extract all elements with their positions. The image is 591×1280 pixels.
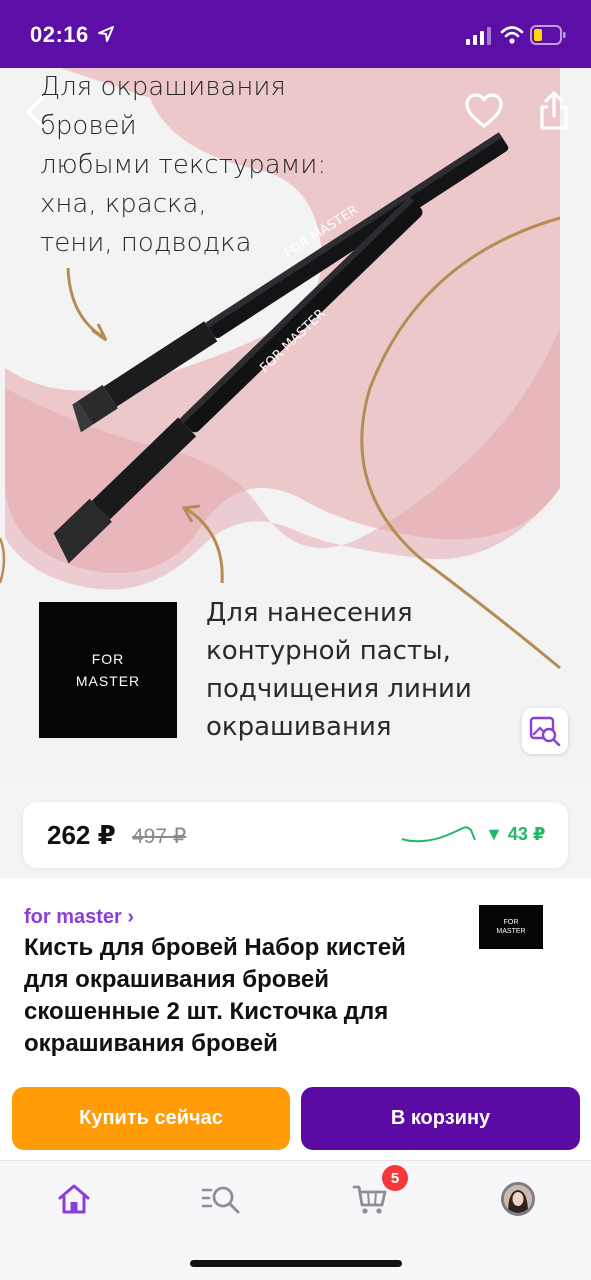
price-drop: ▼ 43 ₽ <box>485 824 546 844</box>
profile-avatar <box>501 1182 535 1216</box>
hero-caption-bottom: Для нанесения контурной пасты, подчищени… <box>206 594 472 746</box>
status-time: 02:16 <box>30 22 89 47</box>
caption-line: Для нанесения <box>206 598 413 628</box>
wifi-icon <box>500 26 524 44</box>
thumb-line: MASTER <box>496 928 526 935</box>
brand-thumbnail[interactable]: FOR MASTER <box>479 905 543 949</box>
caption-line: подчищения линии <box>206 674 472 704</box>
home-indicator <box>190 1260 402 1267</box>
caption-line: тени, подводка <box>40 228 252 258</box>
caption-line: Для окрашивания <box>40 72 286 102</box>
share-icon[interactable] <box>536 90 572 132</box>
buy-now-button[interactable]: Купить сейчас <box>12 1087 290 1150</box>
price-old: 497 ₽ <box>132 825 187 848</box>
chevron-left-icon[interactable] <box>20 92 50 132</box>
visual-search-button[interactable] <box>522 708 568 754</box>
catalog-search-icon <box>201 1186 240 1214</box>
tab-home[interactable] <box>54 1179 94 1219</box>
caption-line: бровей <box>40 111 137 141</box>
caption-line: контурной пасты, <box>206 636 451 666</box>
tab-catalog[interactable] <box>201 1179 241 1219</box>
heart-icon[interactable] <box>464 92 504 132</box>
logo-line: FOR <box>91 651 125 667</box>
brand-logo-box: FOR MASTER <box>39 602 177 738</box>
price-history-sparkline <box>401 826 476 843</box>
caption-line: любыми текстурами: <box>40 150 327 180</box>
product-title: Кисть для бровей Набор кистей для окраши… <box>24 934 406 1057</box>
caption-line: хна, краска, <box>40 189 207 219</box>
thumb-line: FOR <box>503 919 519 926</box>
home-icon <box>58 1184 90 1214</box>
add-to-cart-button[interactable]: В корзину <box>301 1087 580 1150</box>
signal-icon <box>466 27 491 45</box>
cart-icon <box>352 1185 387 1214</box>
image-search-icon <box>529 716 561 746</box>
tab-profile[interactable] <box>498 1179 538 1219</box>
hero-caption-top: Для окрашивания бровей любыми текстурами… <box>40 68 326 263</box>
product-info: for master › Кисть для бровей Набор кист… <box>0 878 591 1088</box>
brand-link[interactable]: for master › <box>24 906 134 929</box>
price-card[interactable]: 262 ₽ 497 ₽ ▼ 43 ₽ <box>23 802 568 868</box>
logo-line: MASTER <box>75 673 141 689</box>
battery-icon <box>530 25 566 45</box>
caption-line: окрашивания <box>206 712 392 742</box>
cart-count-badge: 5 <box>382 1165 408 1191</box>
status-bar: 02:16 <box>0 0 591 68</box>
product-image[interactable]: FOR MASTER FOR MASTER Для окрашивания бр… <box>0 68 591 778</box>
location-arrow-icon <box>98 26 114 42</box>
price-current: 262 ₽ <box>47 820 116 850</box>
